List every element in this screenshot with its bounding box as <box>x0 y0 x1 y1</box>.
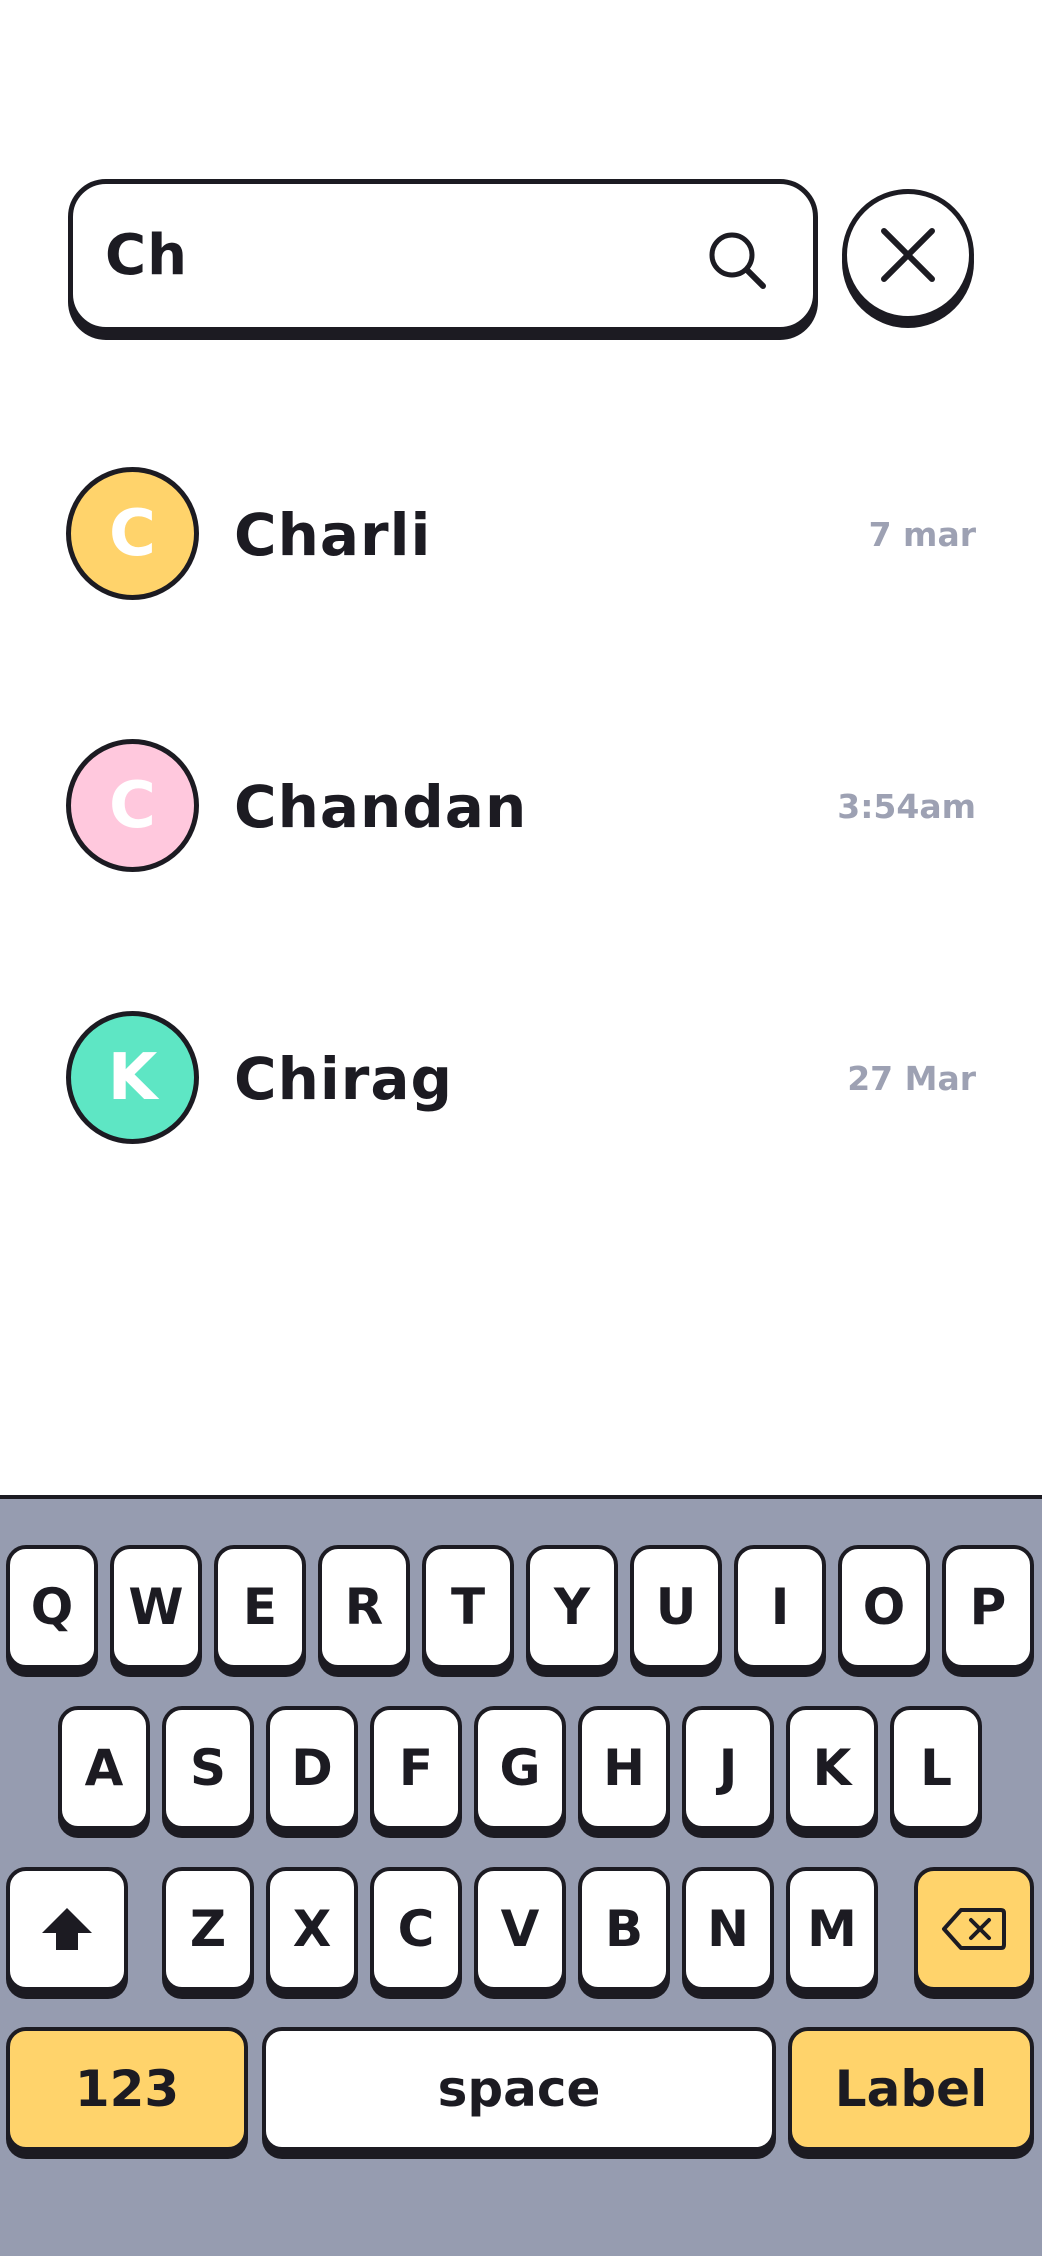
key-u[interactable]: U <box>630 1545 722 1669</box>
key-a[interactable]: A <box>58 1706 150 1830</box>
action-key[interactable]: Label <box>788 2027 1034 2151</box>
key-k[interactable]: K <box>786 1706 878 1830</box>
backspace-key[interactable] <box>914 1867 1034 1991</box>
key-m[interactable]: M <box>786 1867 878 1991</box>
contact-name: Chandan <box>234 773 528 841</box>
backspace-icon <box>942 1908 1006 1950</box>
key-l[interactable]: L <box>890 1706 982 1830</box>
numbers-key[interactable]: 123 <box>6 2027 248 2151</box>
key-c[interactable]: C <box>370 1867 462 1991</box>
key-f[interactable]: F <box>370 1706 462 1830</box>
key-b[interactable]: B <box>578 1867 670 1991</box>
key-r[interactable]: R <box>318 1545 410 1669</box>
key-z[interactable]: Z <box>162 1867 254 1991</box>
close-icon <box>881 228 935 282</box>
contact-timestamp: 7 mar <box>868 515 976 554</box>
contact-name: Chirag <box>234 1045 453 1113</box>
key-p[interactable]: P <box>942 1545 1034 1669</box>
contact-row[interactable]: K Chirag 27 Mar <box>66 1011 976 1147</box>
key-g[interactable]: G <box>474 1706 566 1830</box>
key-d[interactable]: D <box>266 1706 358 1830</box>
shift-arrow-icon <box>42 1908 92 1950</box>
avatar: C <box>66 467 199 600</box>
search-input[interactable]: Ch <box>68 179 818 332</box>
key-o[interactable]: O <box>838 1545 930 1669</box>
contact-timestamp: 3:54am <box>837 787 976 826</box>
on-screen-keyboard: Q W E R T Y U I O P A S D F G H J K L Z … <box>0 1495 1042 2256</box>
key-h[interactable]: H <box>578 1706 670 1830</box>
search-icon[interactable] <box>705 228 769 292</box>
key-e[interactable]: E <box>214 1545 306 1669</box>
contact-name: Charli <box>234 501 432 569</box>
key-v[interactable]: V <box>474 1867 566 1991</box>
key-n[interactable]: N <box>682 1867 774 1991</box>
key-q[interactable]: Q <box>6 1545 98 1669</box>
shift-key[interactable] <box>6 1867 128 1991</box>
key-y[interactable]: Y <box>526 1545 618 1669</box>
avatar: K <box>66 1011 199 1144</box>
key-w[interactable]: W <box>110 1545 202 1669</box>
avatar: C <box>66 739 199 872</box>
key-t[interactable]: T <box>422 1545 514 1669</box>
key-i[interactable]: I <box>734 1545 826 1669</box>
key-s[interactable]: S <box>162 1706 254 1830</box>
key-x[interactable]: X <box>266 1867 358 1991</box>
contact-row[interactable]: C Charli 7 mar <box>66 467 976 603</box>
contact-timestamp: 27 Mar <box>847 1059 976 1098</box>
space-key[interactable]: space <box>262 2027 776 2151</box>
search-input-value: Ch <box>105 223 188 288</box>
key-j[interactable]: J <box>682 1706 774 1830</box>
close-search-button[interactable] <box>842 189 974 321</box>
contact-row[interactable]: C Chandan 3:54am <box>66 739 976 875</box>
